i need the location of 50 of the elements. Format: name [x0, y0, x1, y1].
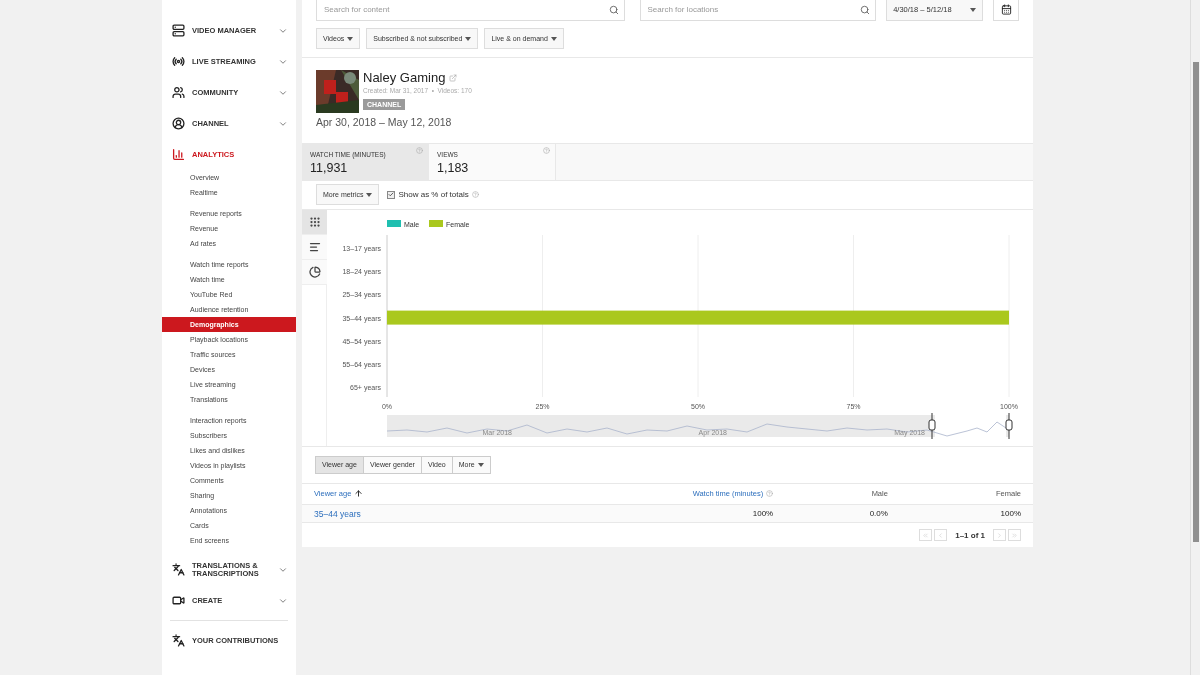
caret-icon	[347, 36, 354, 41]
stacked-boxes-icon	[172, 24, 185, 37]
caret-icon	[366, 192, 373, 197]
caret-icon	[550, 36, 557, 41]
page-info: 1–1 of 1	[955, 530, 985, 540]
previous-page-button[interactable]	[934, 529, 948, 541]
bar-list-icon	[308, 240, 321, 253]
help-icon	[766, 490, 774, 498]
search-icon	[608, 4, 619, 15]
caret-icon	[465, 36, 472, 41]
person-circle-icon	[172, 117, 185, 130]
help-icon[interactable]	[543, 146, 550, 154]
people-icon	[172, 86, 185, 99]
translate-icon	[172, 563, 185, 576]
table-cell: 0.0%	[869, 509, 888, 518]
external-link-icon[interactable]	[449, 73, 457, 82]
video-camera-icon	[172, 594, 185, 607]
pie-chart-icon	[308, 265, 321, 278]
help-icon[interactable]	[471, 191, 479, 199]
first-page-button[interactable]	[919, 529, 933, 541]
caret-icon	[477, 462, 484, 467]
search-field[interactable]: Search for content	[316, 0, 625, 21]
sort-arrow-icon	[354, 489, 364, 499]
range-handle[interactable]	[1005, 412, 1013, 439]
next-page-button[interactable]	[993, 529, 1006, 541]
search-field[interactable]: Search for locations	[639, 0, 877, 21]
chevron-right-icon	[996, 531, 1003, 539]
channel-name: Naley Gaming	[363, 69, 457, 86]
chart-type-tab[interactable]	[302, 209, 327, 235]
table-cell: 100%	[1000, 509, 1021, 518]
date-period: Apr 30, 2018 – May 12, 2018	[315, 114, 453, 130]
chevron-left-icon	[937, 531, 945, 539]
last-page-button[interactable]	[1008, 529, 1021, 541]
translate-icon	[172, 634, 185, 647]
table-cell: 100%	[752, 509, 774, 518]
bar-chart-icon	[172, 148, 185, 161]
range-handle[interactable]	[928, 412, 936, 439]
row-link[interactable]: 35–44 years	[314, 508, 361, 519]
caret-icon	[970, 7, 977, 12]
last-page-icon	[1011, 531, 1018, 539]
checkbox[interactable]	[387, 190, 396, 199]
search-icon	[860, 4, 871, 15]
first-page-icon	[922, 531, 930, 539]
calendar-icon	[1000, 4, 1012, 15]
help-icon[interactable]	[416, 146, 423, 154]
chart-type-tab[interactable]	[302, 234, 327, 260]
broadcast-icon	[172, 55, 185, 68]
chart-type-tab[interactable]	[302, 259, 327, 285]
calendar-button[interactable]	[993, 0, 1019, 21]
show-percent-checkbox[interactable]: Show as % of totals	[387, 190, 479, 200]
